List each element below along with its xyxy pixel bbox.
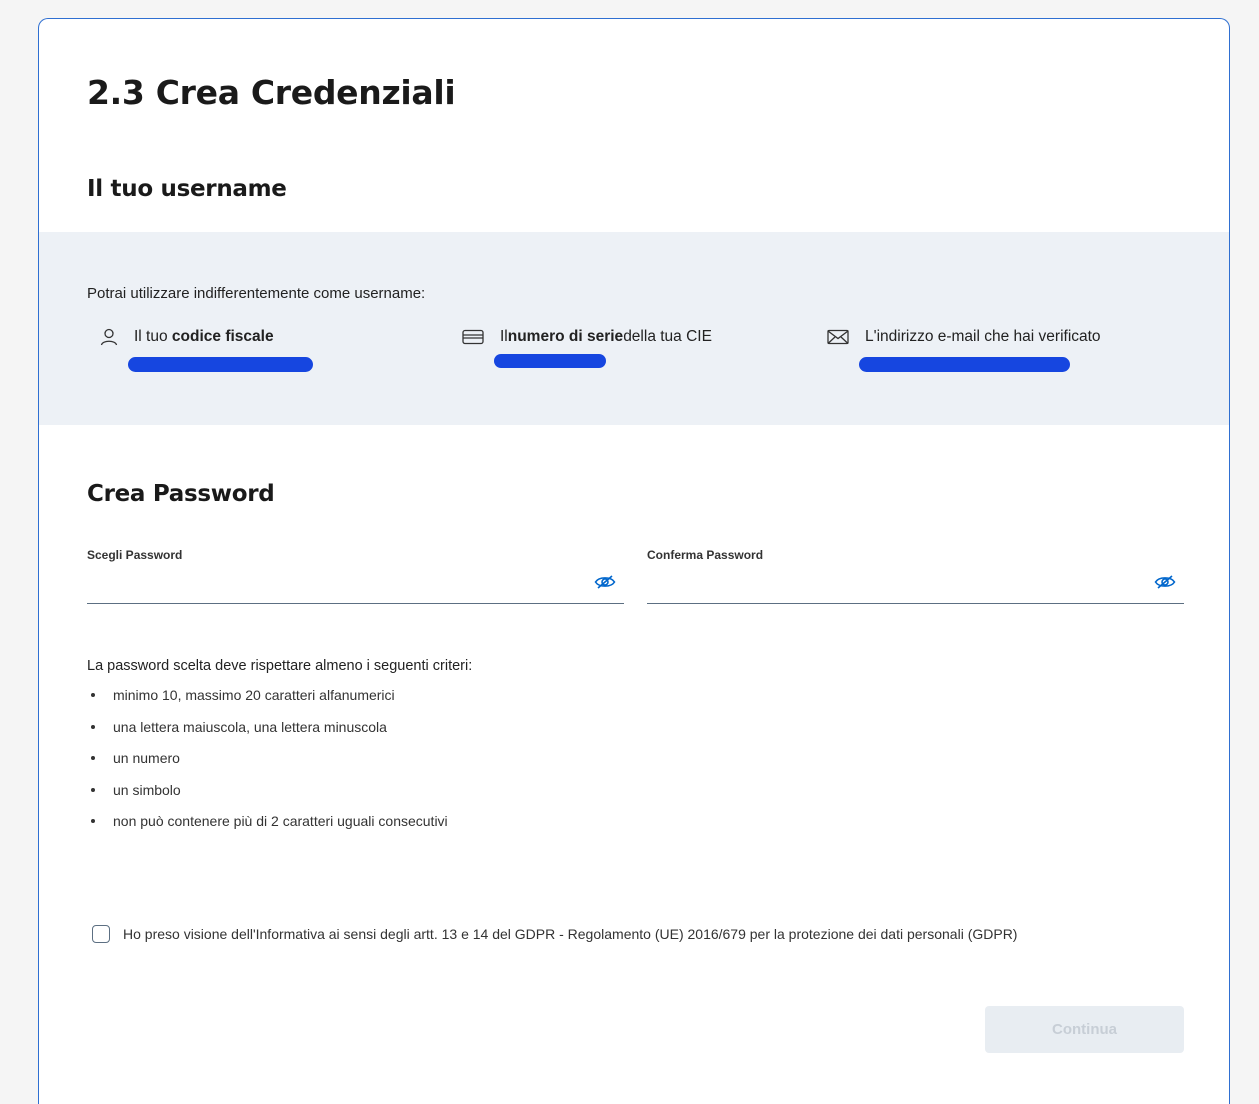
- codice-fiscale-prefix: Il tuo: [134, 328, 172, 345]
- password-heading: Crea Password: [87, 481, 275, 507]
- criteria-item: minimo 10, massimo 20 caratteri alfanume…: [87, 686, 448, 718]
- eye-icon[interactable]: [594, 574, 616, 590]
- criteria-item: non può contenere più di 2 caratteri ugu…: [87, 812, 448, 844]
- codice-fiscale-label: Il tuo codice fiscale: [134, 328, 274, 346]
- numero-serie-bold: numero di serie: [507, 328, 624, 345]
- choose-password-input[interactable]: [87, 572, 624, 604]
- redacted-email: [859, 357, 1070, 372]
- email-label: L'indirizzo e-mail che hai verificato: [865, 328, 1101, 345]
- criteria-item: un numero: [87, 749, 448, 781]
- criteria-item: un simbolo: [87, 781, 448, 813]
- numero-serie-prefix: Il: [500, 328, 508, 345]
- gdpr-checkbox[interactable]: [92, 925, 110, 943]
- credentials-card: 2.3 Crea Credenziali Il tuo username Pot…: [38, 18, 1230, 1104]
- username-heading: Il tuo username: [87, 176, 287, 202]
- gdpr-consent-label[interactable]: Ho preso visione dell'Informativa ai sen…: [123, 926, 1017, 942]
- confirm-password-label: Conferma Password: [647, 548, 764, 562]
- numero-serie-suffix: della tua CIE: [623, 328, 712, 345]
- page-title: 2.3 Crea Credenziali: [87, 73, 456, 112]
- choose-password-label: Scegli Password: [87, 548, 183, 562]
- redacted-numero-serie: [494, 354, 606, 368]
- password-criteria-intro: La password scelta deve rispettare almen…: [87, 658, 473, 674]
- confirm-password-input[interactable]: [647, 572, 1184, 604]
- card-icon: [462, 329, 484, 350]
- criteria-item: una lettera maiuscola, una lettera minus…: [87, 718, 448, 750]
- continue-button[interactable]: Continua: [985, 1006, 1184, 1053]
- redacted-codice-fiscale: [128, 357, 313, 372]
- eye-icon[interactable]: [1154, 574, 1176, 590]
- password-criteria-list: minimo 10, massimo 20 caratteri alfanume…: [87, 686, 448, 844]
- envelope-icon: [827, 329, 849, 350]
- username-band: Potrai utilizzare indifferentemente come…: [39, 232, 1229, 425]
- numero-serie-label: Ilnumero di seriedella tua CIE: [500, 328, 712, 346]
- codice-fiscale-bold: codice fiscale: [171, 328, 274, 345]
- user-icon: [99, 327, 119, 352]
- username-intro: Potrai utilizzare indifferentemente come…: [87, 285, 426, 302]
